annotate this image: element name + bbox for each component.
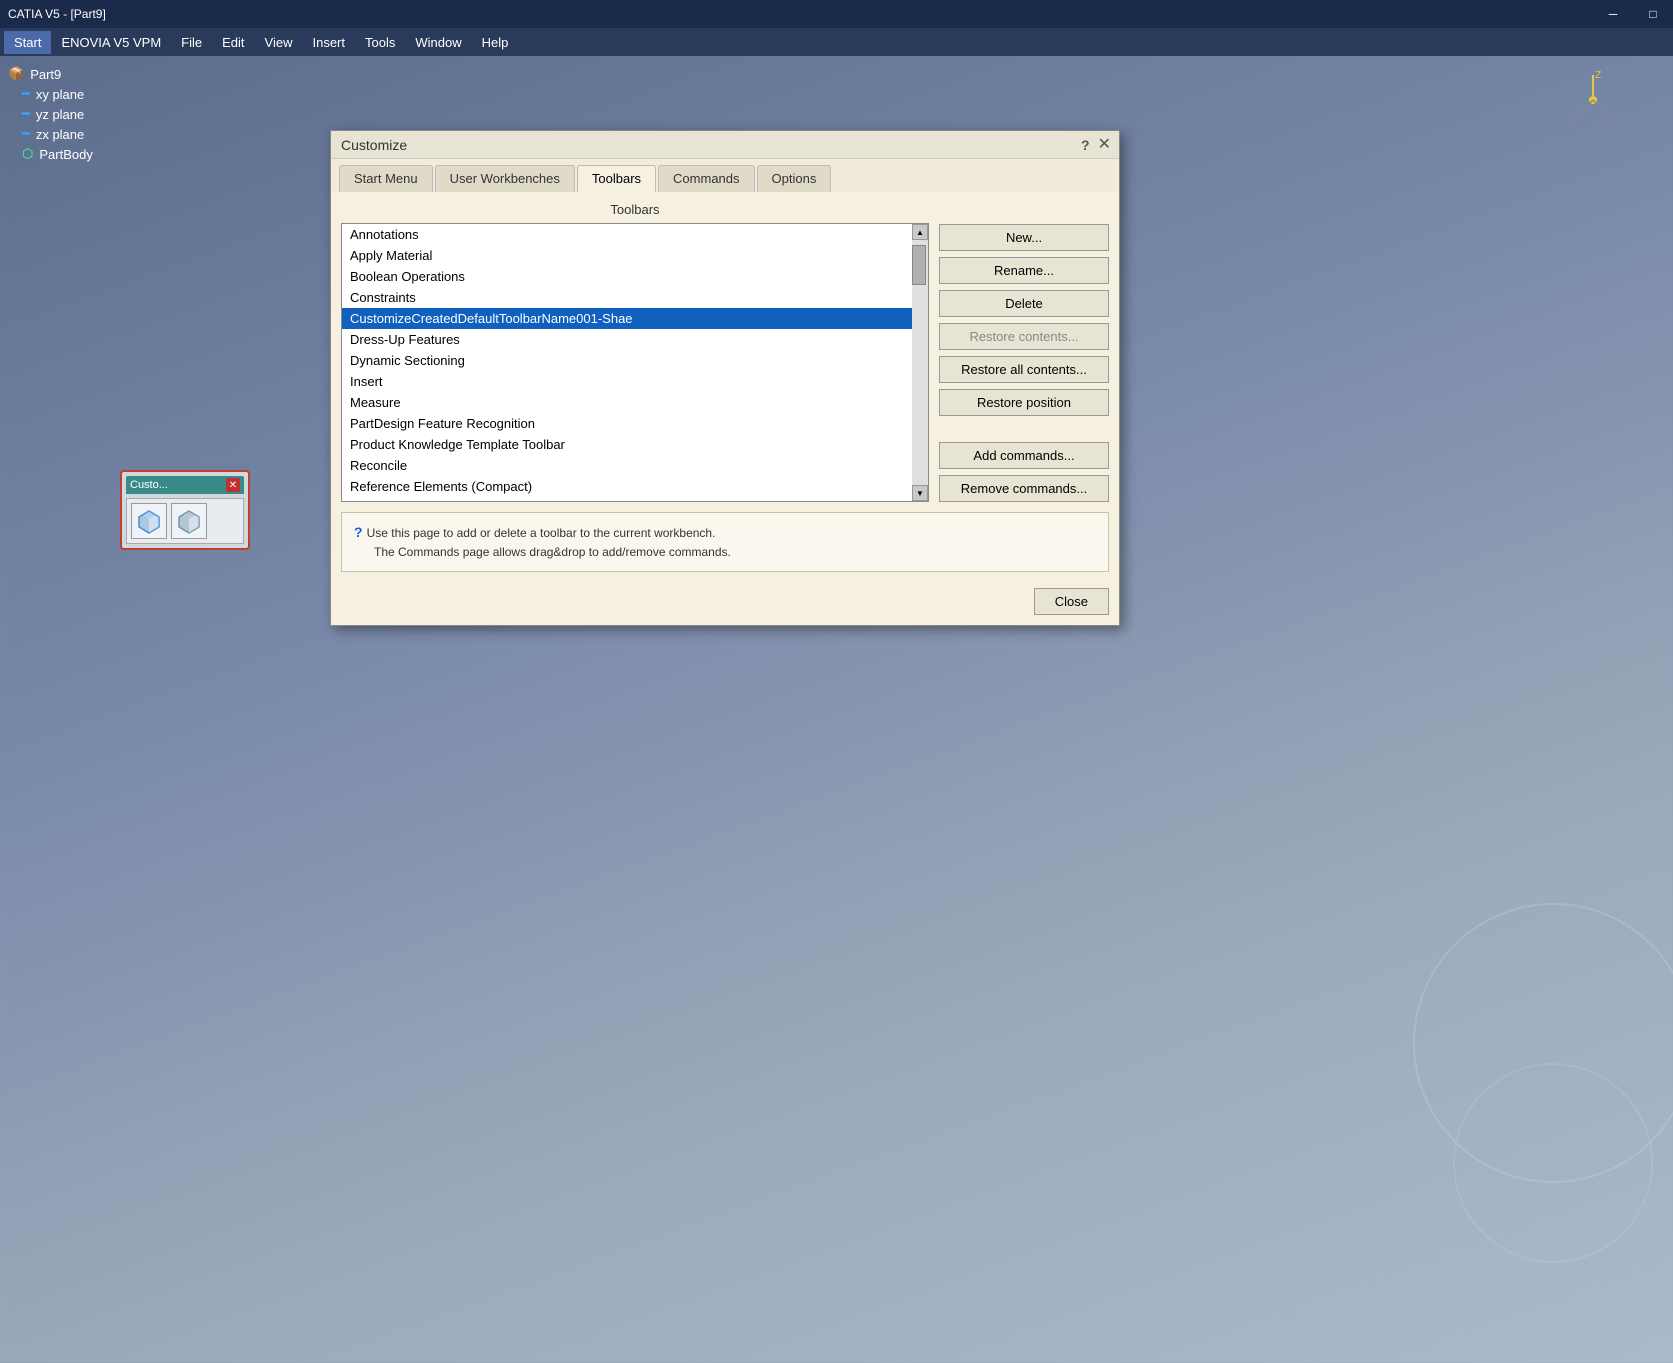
- close-dialog-button[interactable]: Close: [1034, 588, 1109, 615]
- maximize-button[interactable]: □: [1633, 0, 1673, 28]
- dialog-title-bar: Customize ? ✕: [331, 131, 1119, 159]
- section-title: Toolbars: [341, 202, 929, 217]
- minimize-button[interactable]: ─: [1593, 0, 1633, 28]
- scroll-down-arrow[interactable]: ▼: [912, 485, 928, 501]
- info-line1: Use this page to add or delete a toolbar…: [367, 526, 716, 540]
- bg-circle: [1413, 903, 1673, 1183]
- menu-insert[interactable]: Insert: [302, 31, 355, 54]
- yzplane-icon: ━: [22, 106, 30, 122]
- sidebar-item-label-part9: Part9: [30, 67, 61, 82]
- axis-3d: Z: [1553, 70, 1633, 150]
- sidebar: 📦 Part9 ━ xy plane ━ yz plane ━ zx plane…: [0, 56, 200, 172]
- dialog-controls: ? ✕: [1081, 137, 1111, 153]
- dialog-help-button[interactable]: ?: [1081, 137, 1090, 153]
- toolbar-list-inner: Annotations Apply Material Boolean Opera…: [342, 224, 912, 501]
- sidebar-item-label-xyplane: xy plane: [36, 87, 84, 102]
- list-item-reconcile[interactable]: Reconcile: [342, 455, 912, 476]
- zxplane-icon: ━: [22, 126, 30, 142]
- menu-edit[interactable]: Edit: [212, 31, 254, 54]
- bg-circle2: [1453, 1063, 1653, 1263]
- tab-commands[interactable]: Commands: [658, 165, 754, 192]
- sidebar-item-partbody[interactable]: ⬡ PartBody: [4, 144, 196, 164]
- restore-all-contents-button[interactable]: Restore all contents...: [939, 356, 1109, 383]
- scroll-up-arrow[interactable]: ▲: [912, 224, 928, 240]
- list-item-insert[interactable]: Insert: [342, 371, 912, 392]
- menu-tools[interactable]: Tools: [355, 31, 405, 54]
- menu-start[interactable]: Start: [4, 31, 51, 54]
- menu-help[interactable]: Help: [472, 31, 519, 54]
- menu-bar: Start ENOVIA V5 VPM File Edit View Inser…: [0, 28, 1673, 56]
- svg-text:Z: Z: [1595, 70, 1601, 81]
- floating-toolbar-title-label: Custo...: [130, 479, 168, 491]
- menu-enovia[interactable]: ENOVIA V5 VPM: [51, 31, 171, 54]
- dialog-close-button[interactable]: ✕: [1098, 137, 1111, 153]
- remove-commands-button[interactable]: Remove commands...: [939, 475, 1109, 502]
- add-commands-button[interactable]: Add commands...: [939, 442, 1109, 469]
- list-item-customize-created[interactable]: CustomizeCreatedDefaultToolbarName001-Sh…: [342, 308, 912, 329]
- title-bar-buttons: ─ □: [1593, 0, 1673, 28]
- left-panel: Toolbars Annotations Apply Material Bool…: [341, 202, 929, 502]
- part9-icon: 📦: [8, 66, 24, 82]
- info-line2: The Commands page allows drag&drop to ad…: [374, 545, 731, 559]
- list-item-product-knowledge[interactable]: Product Knowledge Template Toolbar: [342, 434, 912, 455]
- tab-toolbars[interactable]: Toolbars: [577, 165, 656, 192]
- floating-toolbar-title-bar: Custo... ✕: [126, 476, 244, 494]
- customize-dialog: Customize ? ✕ Start Menu User Workbenche…: [330, 130, 1120, 626]
- tab-bar: Start Menu User Workbenches Toolbars Com…: [331, 159, 1119, 192]
- list-item-constraints[interactable]: Constraints: [342, 287, 912, 308]
- partbody-icon: ⬡: [22, 146, 33, 162]
- menu-window[interactable]: Window: [405, 31, 471, 54]
- sidebar-item-part9[interactable]: 📦 Part9: [4, 64, 196, 84]
- app-title: CATIA V5 - [Part9]: [8, 7, 106, 21]
- scroll-thumb[interactable]: [912, 245, 926, 285]
- dialog-title: Customize: [341, 137, 407, 153]
- dialog-main-content: Toolbars Annotations Apply Material Bool…: [331, 192, 1119, 512]
- list-scrollbar: ▲ ▼: [912, 224, 928, 501]
- xyplane-icon: ━: [22, 86, 30, 102]
- list-item-dynamic-sectioning[interactable]: Dynamic Sectioning: [342, 350, 912, 371]
- floating-toolbar-close-button[interactable]: ✕: [226, 478, 240, 492]
- sidebar-item-label-partbody: PartBody: [39, 147, 92, 162]
- tab-user-workbenches[interactable]: User Workbenches: [435, 165, 575, 192]
- sidebar-item-xyplane[interactable]: ━ xy plane: [4, 84, 196, 104]
- menu-view[interactable]: View: [255, 31, 303, 54]
- list-item-dress-up[interactable]: Dress-Up Features: [342, 329, 912, 350]
- toolbar-list: Annotations Apply Material Boolean Opera…: [341, 223, 929, 502]
- delete-button[interactable]: Delete: [939, 290, 1109, 317]
- info-box: ? Use this page to add or delete a toolba…: [341, 512, 1109, 572]
- info-icon: ?: [354, 524, 363, 540]
- list-item-measure[interactable]: Measure: [342, 392, 912, 413]
- restore-position-button[interactable]: Restore position: [939, 389, 1109, 416]
- cube-icon-1[interactable]: [131, 503, 167, 539]
- list-item-reference-compact[interactable]: Reference Elements (Compact): [342, 476, 912, 497]
- tab-start-menu[interactable]: Start Menu: [339, 165, 433, 192]
- new-button[interactable]: New...: [939, 224, 1109, 251]
- floating-toolbar-body: [126, 498, 244, 544]
- tab-options[interactable]: Options: [757, 165, 832, 192]
- list-item-boolean-operations[interactable]: Boolean Operations: [342, 266, 912, 287]
- title-bar: CATIA V5 - [Part9] ─ □: [0, 0, 1673, 28]
- cube-icon-2[interactable]: [171, 503, 207, 539]
- list-item-reference-extended[interactable]: Reference Elements (Extended): [342, 497, 912, 501]
- list-item-apply-material[interactable]: Apply Material: [342, 245, 912, 266]
- scroll-track: [912, 240, 928, 485]
- rename-button[interactable]: Rename...: [939, 257, 1109, 284]
- sidebar-item-label-zxplane: zx plane: [36, 127, 84, 142]
- menu-file[interactable]: File: [171, 31, 212, 54]
- floating-toolbar: Custo... ✕: [120, 470, 250, 550]
- list-item-partdesign-feature[interactable]: PartDesign Feature Recognition: [342, 413, 912, 434]
- list-item-annotations[interactable]: Annotations: [342, 224, 912, 245]
- restore-contents-button[interactable]: Restore contents...: [939, 323, 1109, 350]
- right-panel: New... Rename... Delete Restore contents…: [939, 202, 1109, 502]
- sidebar-item-label-yzplane: yz plane: [36, 107, 84, 122]
- sidebar-item-yzplane[interactable]: ━ yz plane: [4, 104, 196, 124]
- sidebar-item-zxplane[interactable]: ━ zx plane: [4, 124, 196, 144]
- close-row: Close: [331, 582, 1119, 625]
